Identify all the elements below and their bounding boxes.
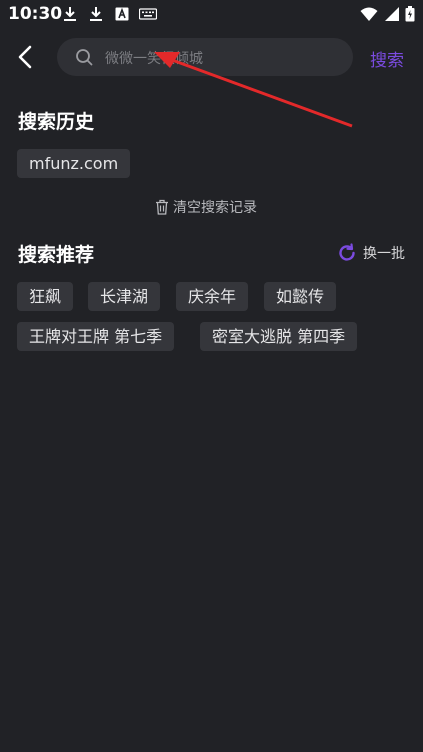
back-arrow-icon — [18, 45, 32, 69]
refresh-label: 换一批 — [363, 246, 405, 262]
recommend-chip[interactable]: 密室大逃脱 第四季 — [200, 322, 358, 351]
status-bar: 10:30 — [0, 0, 423, 30]
download-icon — [64, 7, 76, 21]
search-icon — [76, 49, 93, 66]
clear-history-label: 清空搜索记录 — [173, 200, 257, 216]
trash-icon — [156, 199, 168, 215]
recommend-chip[interactable]: 如懿传 — [264, 282, 337, 311]
search-screen: 10:30 微微一笑很倾城 搜索 搜索历史 mfunz.com 清空搜索记录 搜… — [0, 0, 423, 752]
refresh-icon — [339, 243, 355, 261]
recommend-chip[interactable]: 庆余年 — [176, 282, 249, 311]
download-icon — [90, 7, 102, 21]
wifi-icon — [360, 7, 378, 21]
search-button[interactable]: 搜索 — [370, 46, 404, 71]
history-title: 搜索历史 — [18, 111, 95, 133]
status-time: 10:30 — [8, 4, 63, 24]
battery-icon — [405, 6, 415, 22]
back-button[interactable] — [12, 42, 38, 72]
recommend-chip[interactable]: 狂飙 — [17, 282, 74, 311]
text-icon — [115, 7, 129, 21]
refresh-button[interactable]: 换一批 — [337, 243, 405, 263]
search-input[interactable]: 微微一笑很倾城 — [57, 38, 353, 76]
keyboard-icon — [139, 8, 157, 20]
clear-history-button[interactable]: 清空搜索记录 — [155, 197, 257, 217]
history-chip[interactable]: mfunz.com — [17, 149, 131, 178]
signal-icon — [385, 7, 399, 21]
search-placeholder: 微微一笑很倾城 — [105, 51, 203, 67]
recommend-title: 搜索推荐 — [18, 244, 95, 266]
recommend-chip[interactable]: 长津湖 — [88, 282, 161, 311]
recommend-chip[interactable]: 王牌对王牌 第七季 — [17, 322, 175, 351]
